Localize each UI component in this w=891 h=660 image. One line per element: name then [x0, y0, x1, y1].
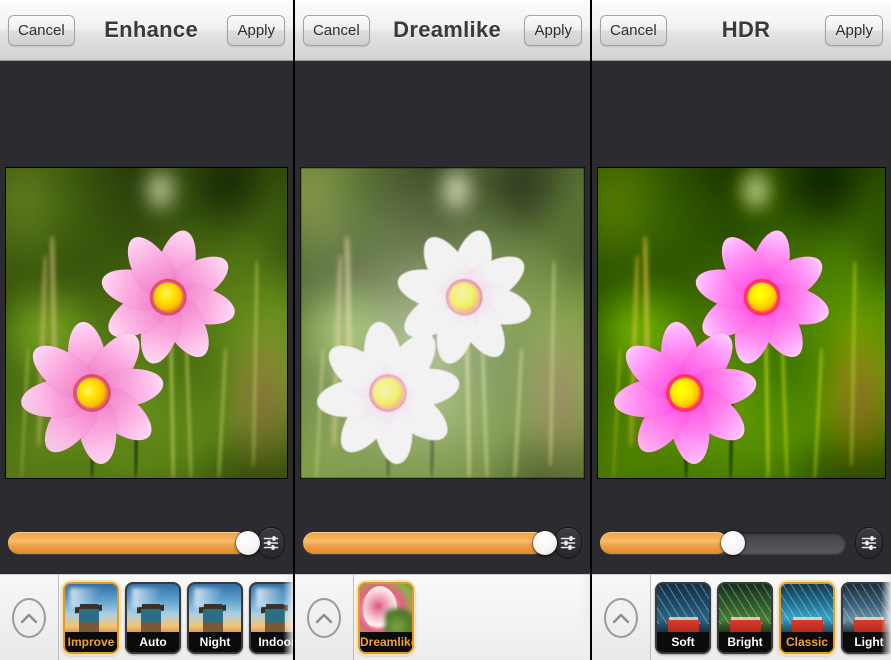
photo-editor-comparison: Cancel Enhance Apply Improve Auto Night Indoor… [0, 0, 891, 660]
filter-thumbnail[interactable]: Night [187, 581, 243, 654]
intensity-slider-row [295, 522, 590, 564]
collapse-strip-button[interactable] [0, 574, 59, 660]
filter-thumbnail-label: Classic [781, 631, 833, 652]
filter-thumbnail-label: Improve [65, 631, 117, 652]
slider-knob[interactable] [720, 531, 745, 555]
filter-thumbnail-label: Light [843, 631, 891, 652]
equalizer-icon[interactable] [855, 527, 883, 559]
page-title: HDR [721, 17, 771, 42]
filter-thumbnail-label: Auto [127, 631, 179, 652]
filter-strip: Improve Auto Night Indoor [0, 574, 293, 660]
slider-fill [600, 532, 728, 554]
filter-thumbnail-label: Dreamlike [360, 631, 412, 652]
filter-thumbnail[interactable]: Improve [63, 581, 119, 654]
filter-thumbnail-list[interactable]: Dreamlike [354, 574, 590, 660]
flower-center [151, 281, 185, 314]
photo-stage [592, 61, 891, 516]
background-highlight [436, 168, 477, 218]
editor-panel-dreamlike: Cancel Dreamlike Apply Dreamlike [295, 0, 592, 660]
navigation-bar: Cancel Dreamlike Apply [295, 0, 590, 61]
page-title: Enhance [104, 17, 198, 42]
filter-thumbnail[interactable]: Classic [779, 581, 835, 654]
equalizer-icon[interactable] [554, 527, 582, 559]
slider-knob[interactable] [533, 531, 557, 555]
photo-frame[interactable] [598, 168, 885, 478]
apply-button[interactable]: Apply [227, 14, 285, 46]
photo-canvas [301, 168, 584, 478]
photo-canvas [6, 168, 287, 478]
intensity-slider-row [0, 522, 293, 564]
slider-fill [303, 532, 545, 554]
navigation-bar: Cancel Enhance Apply [0, 0, 293, 61]
filter-thumbnail[interactable]: Light [841, 581, 891, 654]
editor-panel-enhance: Cancel Enhance Apply Improve Auto Night Indoor [0, 0, 295, 660]
tower-roof [75, 604, 103, 614]
flower-center [447, 281, 481, 314]
slider-knob[interactable] [236, 531, 260, 555]
filter-thumbnail-list[interactable]: Improve Auto Night Indoor [59, 574, 293, 660]
cancel-button[interactable]: Cancel [303, 14, 370, 46]
intensity-slider[interactable] [8, 531, 260, 555]
cancel-button[interactable]: Cancel [8, 14, 75, 46]
intensity-slider[interactable] [303, 531, 557, 555]
background-highlight [140, 168, 181, 218]
background-highlight [735, 168, 776, 218]
chevron-up-icon [12, 597, 46, 638]
collapse-strip-button[interactable] [592, 574, 651, 660]
filter-thumbnail[interactable]: Auto [125, 581, 181, 654]
photo-stage [295, 61, 590, 516]
chevron-up-icon [307, 597, 341, 638]
slider-fill [8, 532, 248, 554]
intensity-slider-row [592, 522, 891, 564]
filter-thumbnail[interactable]: Bright [717, 581, 773, 654]
photo-frame[interactable] [6, 168, 287, 478]
filter-strip: Dreamlike [295, 574, 590, 660]
photo-stage [0, 61, 293, 516]
filter-thumbnail[interactable]: Soft [655, 581, 711, 654]
tower-roof [137, 604, 165, 614]
chevron-up-icon [604, 597, 638, 638]
flower-center [746, 281, 779, 314]
intensity-slider[interactable] [600, 531, 846, 555]
apply-button[interactable]: Apply [825, 14, 883, 46]
strip-edge-fade [580, 575, 590, 660]
collapse-strip-button[interactable] [295, 574, 354, 660]
filter-thumbnail-label: Soft [657, 631, 709, 652]
filter-thumbnail-label: Indoor [251, 631, 293, 652]
filter-thumbnail[interactable]: Indoor [249, 581, 293, 654]
navigation-bar: Cancel HDR Apply [592, 0, 891, 61]
editor-panel-hdr: Cancel HDR Apply Soft Bright Classic Light [592, 0, 891, 660]
tower-roof [199, 604, 227, 614]
filter-thumbnail-label: Bright [719, 631, 771, 652]
apply-button[interactable]: Apply [524, 14, 582, 46]
filter-strip: Soft Bright Classic Light [592, 574, 891, 660]
page-title: Dreamlike [393, 17, 502, 42]
equalizer-icon[interactable] [257, 527, 285, 559]
tower-roof [261, 604, 289, 614]
photo-frame[interactable] [301, 168, 584, 478]
filter-thumbnail-list[interactable]: Soft Bright Classic Light [651, 574, 891, 660]
filter-thumbnail-label: Night [189, 631, 241, 652]
cancel-button[interactable]: Cancel [600, 14, 667, 46]
photo-canvas [598, 168, 885, 478]
filter-thumbnail[interactable]: Dreamlike [358, 581, 414, 654]
